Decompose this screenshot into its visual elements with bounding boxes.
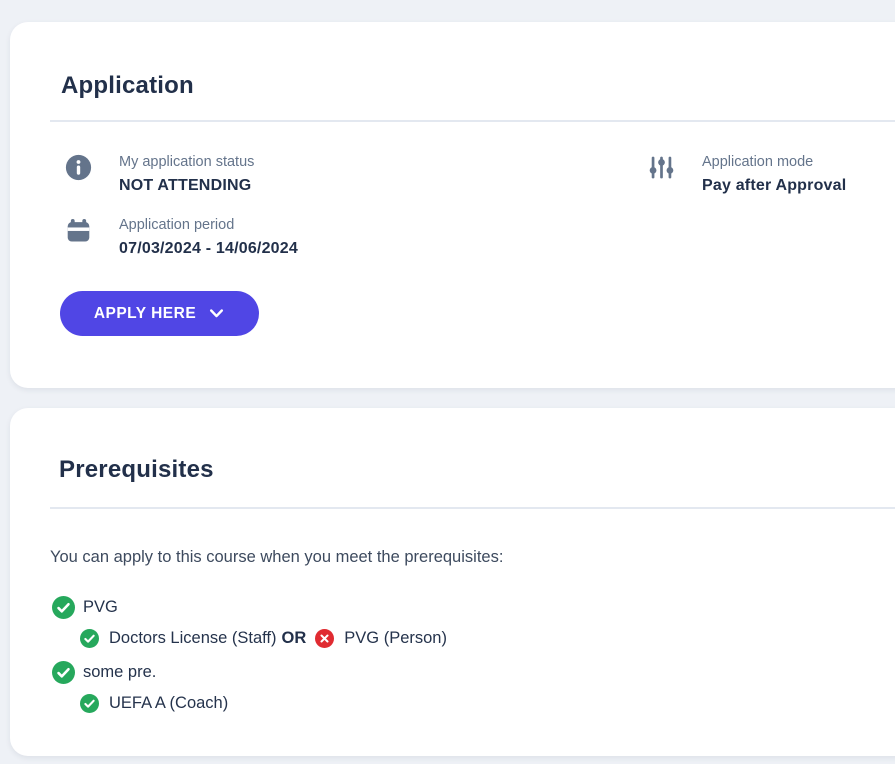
check-circle-icon bbox=[80, 694, 99, 713]
prerequisite-option-label: PVG (Person) bbox=[344, 629, 447, 647]
prerequisites-card-title: Prerequisites bbox=[59, 456, 214, 483]
apply-here-button-label: APPLY HERE bbox=[93, 304, 197, 322]
check-circle-icon bbox=[52, 661, 75, 684]
prerequisite-option-label: Doctors License (Staff) bbox=[109, 629, 277, 647]
application-period-label: Application period bbox=[119, 217, 235, 233]
adjustments-icon bbox=[648, 154, 675, 181]
application-card-divider bbox=[50, 120, 895, 122]
application-card-title: Application bbox=[61, 72, 194, 99]
prerequisite-group-row: PVG bbox=[52, 596, 118, 619]
prerequisite-group-row: some pre. bbox=[52, 661, 156, 684]
info-icon bbox=[65, 154, 92, 181]
prerequisite-sub-row: UEFA A (Coach) bbox=[80, 694, 228, 713]
application-status-label: My application status bbox=[119, 154, 255, 170]
application-period-value: 07/03/2024 - 14/06/2024 bbox=[119, 240, 298, 257]
check-circle-icon bbox=[80, 629, 99, 648]
application-status-field: My application status NOT ATTENDING bbox=[65, 153, 254, 196]
application-mode-label: Application mode bbox=[702, 154, 814, 170]
prerequisites-card: Prerequisites You can apply to this cour… bbox=[10, 408, 895, 756]
prerequisites-card-divider bbox=[50, 507, 895, 509]
prerequisite-group-label: PVG bbox=[83, 598, 118, 616]
chevron-down-icon bbox=[208, 305, 225, 322]
application-mode-value: Pay after Approval bbox=[702, 177, 847, 194]
prerequisite-operator: OR bbox=[281, 629, 307, 647]
prerequisites-intro: You can apply to this course when you me… bbox=[50, 548, 504, 566]
calendar-icon bbox=[65, 217, 92, 244]
application-status-value: NOT ATTENDING bbox=[119, 177, 252, 194]
application-mode-field: Application mode Pay after Approval bbox=[648, 153, 846, 196]
application-period-field: Application period 07/03/2024 - 14/06/20… bbox=[65, 216, 298, 259]
prerequisite-sub-row: Doctors License (Staff) OR PVG (Person) bbox=[80, 629, 447, 648]
check-circle-icon bbox=[52, 596, 75, 619]
x-circle-icon bbox=[315, 629, 335, 648]
apply-here-button[interactable]: APPLY HERE bbox=[60, 291, 259, 336]
prerequisite-group-label: some pre. bbox=[83, 663, 157, 681]
prerequisite-option-label: UEFA A (Coach) bbox=[109, 694, 229, 712]
application-card: Application My application status NOT AT… bbox=[10, 22, 895, 388]
